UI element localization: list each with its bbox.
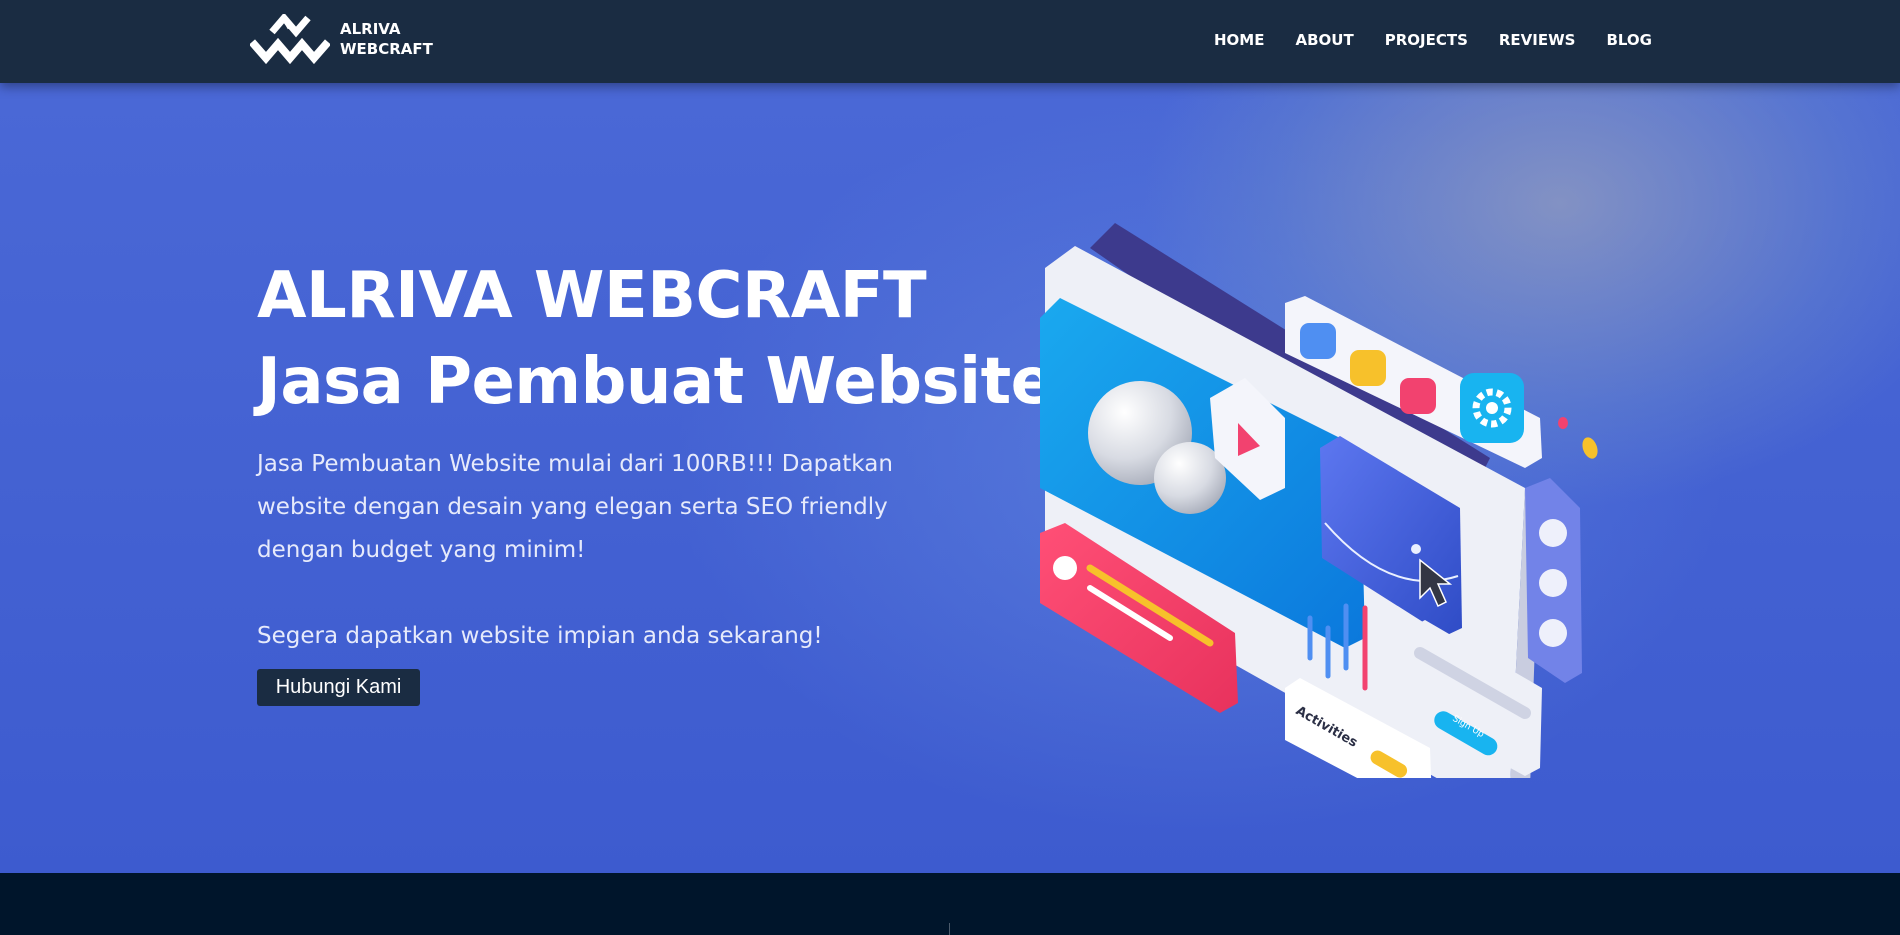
- hero-title-line-1: ALRIVA WEBCRAFT: [257, 259, 927, 333]
- hero-description: Jasa Pembuatan Website mulai dari 100RB!…: [257, 451, 893, 563]
- alriva-logo-icon: [250, 14, 330, 64]
- contact-button[interactable]: Hubungi Kami: [257, 669, 420, 706]
- nav-home[interactable]: HOME: [1214, 28, 1264, 52]
- navbar: ALRIVA WEBCRAFT HOME ABOUT PROJECTS REVI…: [0, 0, 1900, 83]
- footer-strip: [0, 873, 1900, 935]
- nav-reviews[interactable]: REVIEWS: [1499, 28, 1576, 52]
- nav-projects[interactable]: PROJECTS: [1385, 28, 1468, 52]
- location-icon: [1539, 619, 1567, 647]
- nav-about[interactable]: ABOUT: [1295, 28, 1353, 52]
- home-icon-tile: [1350, 350, 1386, 386]
- chart-icon-tile: [1300, 323, 1336, 359]
- brand-line-1: ALRIVA: [340, 20, 401, 38]
- confetti-yellow: [1582, 437, 1598, 459]
- confetti-pink: [1558, 417, 1568, 429]
- main-nav: HOME ABOUT PROJECTS REVIEWS BLOG: [1214, 28, 1652, 52]
- footer-divider: [949, 923, 950, 935]
- hero-title-line-2: Jasa Pembuat Website: [257, 345, 1054, 419]
- brand-line-2: WEBCRAFT: [340, 40, 433, 58]
- nav-blog[interactable]: BLOG: [1606, 28, 1652, 52]
- hero-cta-text: Segera dapatkan website impian anda seka…: [257, 623, 823, 649]
- panel-handle: [1411, 544, 1421, 554]
- brand-logo[interactable]: ALRIVA WEBCRAFT: [250, 14, 433, 64]
- wifi-icon: [1539, 519, 1567, 547]
- cloud-icon-tile: [1400, 378, 1436, 414]
- hero-section: ALRIVA WEBCRAFT Jasa Pembuat Website Jas…: [0, 83, 1900, 873]
- camera-icon: [1539, 569, 1567, 597]
- isometric-web-ui-illustration-icon: Activities Sign Up: [1040, 223, 1598, 778]
- brand-name: ALRIVA WEBCRAFT: [340, 19, 433, 59]
- hero-title: ALRIVA WEBCRAFT Jasa Pembuat Website: [257, 253, 1054, 425]
